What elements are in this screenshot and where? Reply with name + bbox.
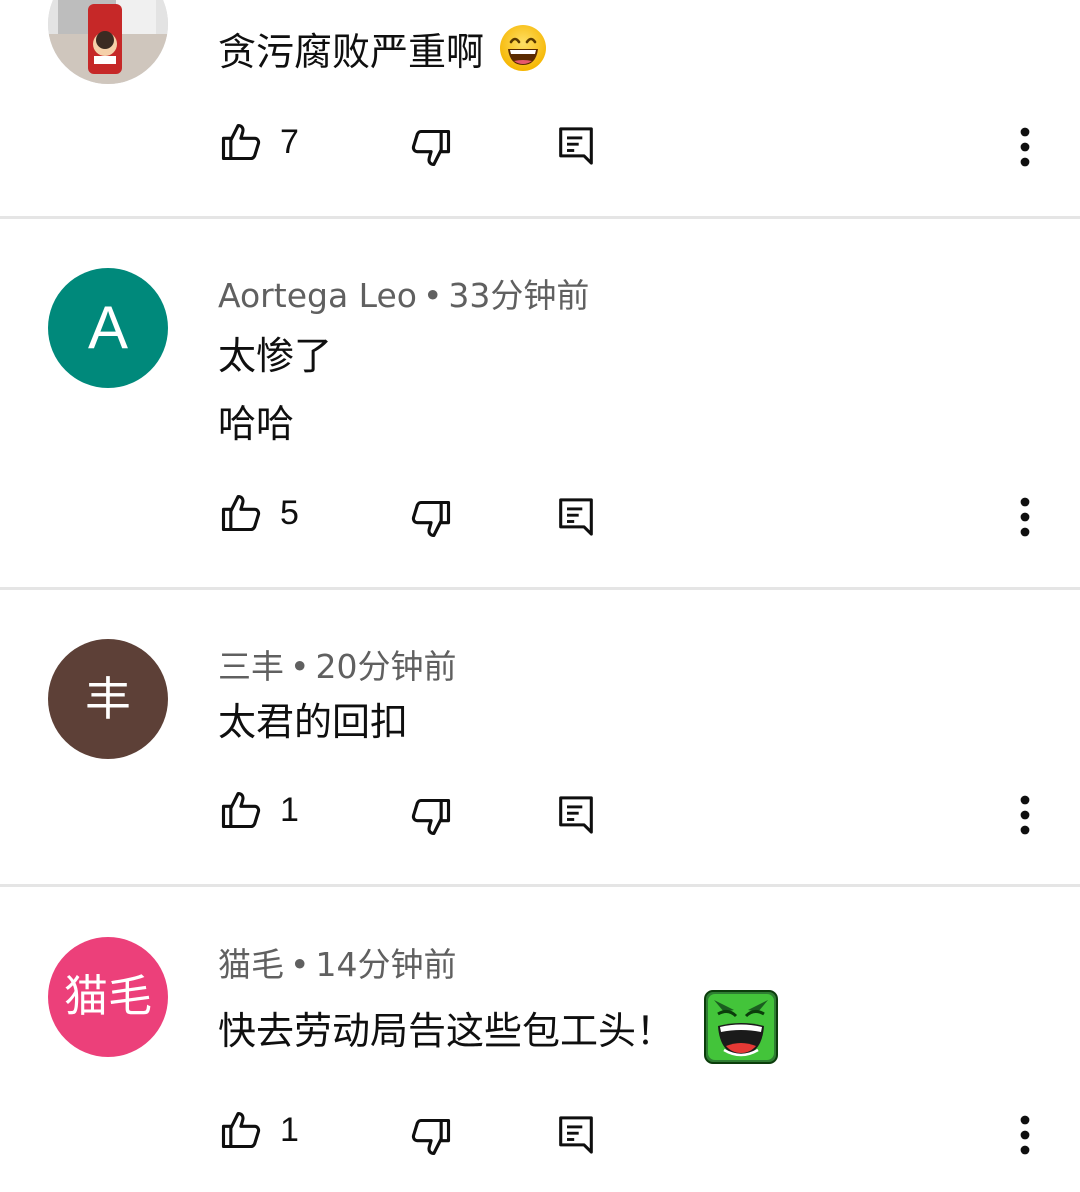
meta-separator: • <box>290 647 310 686</box>
like-count: 5 <box>280 493 299 532</box>
more-vertical-icon <box>1019 795 1031 835</box>
grinning-face-emoji <box>500 25 547 71</box>
reply-button[interactable] <box>558 497 594 537</box>
avatar[interactable] <box>48 0 168 84</box>
comment-text-line: 太君的回扣 <box>218 699 409 744</box>
comment-text: 贪污腐败严重啊 <box>218 20 548 76</box>
meta-separator: • <box>290 945 310 984</box>
dislike-button[interactable] <box>410 126 454 170</box>
comment-time: 33分钟前 <box>448 276 590 315</box>
comment-meta: 猫毛 • 14分钟前 <box>218 938 456 986</box>
comment-text-line: 贪污腐败严重啊 <box>218 29 485 74</box>
comment-time: 20分钟前 <box>315 647 457 686</box>
thumbs-down-icon <box>410 126 454 170</box>
comment-item: 丰 三丰 • 20分钟前 太君的回扣 1 <box>0 590 1080 884</box>
reply-button[interactable] <box>558 126 594 166</box>
thumbs-down-icon <box>410 795 454 839</box>
author-name[interactable]: 三丰 <box>218 647 284 686</box>
like-button[interactable]: 7 <box>218 120 299 164</box>
like-count: 7 <box>280 122 299 161</box>
author-name[interactable]: Aortega Leo <box>218 276 417 315</box>
comment-text: 太惨了 <box>218 327 333 378</box>
comment-item: 猫毛 猫毛 • 14分钟前 快去劳动局告这些包工头！ 1 <box>0 887 1080 1192</box>
avatar-initial: 丰 <box>85 672 131 726</box>
comment-text: 快去劳动局告这些包工头！ <box>218 990 779 1064</box>
comment-text-line: 太惨了 <box>218 333 333 378</box>
comment-item: A Aortega Leo • 33分钟前 太惨了 哈哈 5 <box>0 219 1080 587</box>
comment-meta: Aortega Leo • 33分钟前 <box>218 269 589 317</box>
reply-icon <box>558 126 594 166</box>
avatar-initial: A <box>87 294 129 361</box>
like-count: 1 <box>280 790 299 829</box>
meta-separator: • <box>422 276 443 315</box>
reply-button[interactable] <box>558 795 594 835</box>
like-count: 1 <box>280 1110 299 1149</box>
comment-text: 哈哈 <box>218 395 295 446</box>
more-vertical-icon <box>1019 1115 1031 1155</box>
thumbs-up-icon <box>218 1108 262 1152</box>
avatar[interactable]: 丰 <box>48 639 168 759</box>
more-options-button[interactable] <box>1019 127 1031 167</box>
dislike-button[interactable] <box>410 1115 454 1159</box>
comment-text: 太君的回扣 <box>218 693 409 744</box>
comment-time: 14分钟前 <box>315 945 457 984</box>
reply-icon <box>558 1115 594 1155</box>
reply-button[interactable] <box>558 1115 594 1155</box>
thumbs-down-icon <box>410 497 454 541</box>
thumbs-up-icon <box>218 120 262 164</box>
avatar-initial: 猫毛 <box>64 971 152 1022</box>
dislike-button[interactable] <box>410 497 454 541</box>
avatar[interactable]: 猫毛 <box>48 937 168 1057</box>
thumbs-up-icon <box>218 491 262 535</box>
more-vertical-icon <box>1019 497 1031 537</box>
like-button[interactable]: 5 <box>218 491 299 535</box>
author-name[interactable]: 猫毛 <box>218 945 284 984</box>
reply-icon <box>558 795 594 835</box>
comment-text-line: 快去劳动局告这些包工头！ <box>218 1008 675 1053</box>
comment-item: 贪污腐败严重啊 7 <box>0 0 1080 216</box>
like-button[interactable]: 1 <box>218 788 299 832</box>
more-vertical-icon <box>1019 127 1031 167</box>
comment-meta: 三丰 • 20分钟前 <box>218 640 456 688</box>
thumbs-up-icon <box>218 788 262 832</box>
more-options-button[interactable] <box>1019 497 1031 537</box>
comment-text-line: 哈哈 <box>218 401 295 446</box>
reply-icon <box>558 497 594 537</box>
hulk-laughing-sticker <box>704 990 779 1064</box>
more-options-button[interactable] <box>1019 1115 1031 1155</box>
more-options-button[interactable] <box>1019 795 1031 835</box>
avatar-photo <box>48 0 168 84</box>
avatar[interactable]: A <box>48 268 168 388</box>
like-button[interactable]: 1 <box>218 1108 299 1152</box>
thumbs-down-icon <box>410 1115 454 1159</box>
dislike-button[interactable] <box>410 795 454 839</box>
